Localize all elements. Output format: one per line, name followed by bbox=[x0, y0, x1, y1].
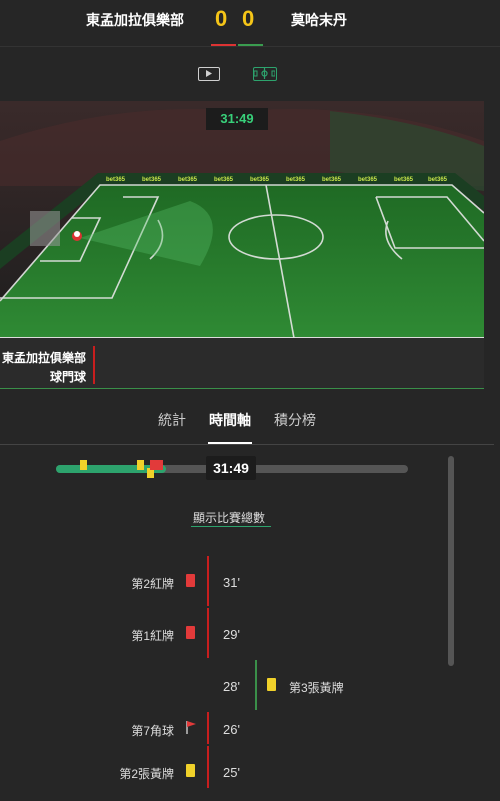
corner-flag-icon bbox=[185, 720, 197, 739]
away-score: 0 bbox=[242, 6, 255, 31]
home-event-line bbox=[207, 712, 209, 744]
svg-text:bet365: bet365 bbox=[250, 177, 270, 183]
event-minute: 29' bbox=[223, 627, 240, 642]
current-time: 31:49 bbox=[206, 456, 256, 480]
event-label: 第3張黃牌 bbox=[289, 681, 344, 695]
event-label: 第1紅牌 bbox=[131, 629, 174, 643]
home-event-line bbox=[207, 556, 209, 606]
tab-standings[interactable]: 積分榜 bbox=[274, 410, 316, 430]
home-score: 0 bbox=[215, 6, 228, 31]
timeline-yellow-card-marker[interactable] bbox=[137, 460, 144, 470]
pitch-view-icon[interactable] bbox=[253, 67, 277, 81]
tab-timeline[interactable]: 時間軸 bbox=[209, 410, 251, 430]
home-event-line bbox=[207, 746, 209, 788]
event-minute: 28' bbox=[223, 679, 240, 694]
svg-text:bet365: bet365 bbox=[178, 177, 198, 183]
pitch-clock: 31:49 bbox=[206, 108, 268, 130]
red-card-icon bbox=[186, 626, 195, 639]
event-label: 第2紅牌 bbox=[131, 577, 174, 591]
show-total-link[interactable]: 顯示比賽總數 bbox=[193, 509, 265, 526]
tab-stats[interactable]: 統計 bbox=[158, 410, 186, 430]
tab-divider bbox=[0, 444, 494, 445]
show-total-underline bbox=[191, 526, 271, 527]
scrollbar[interactable] bbox=[448, 456, 454, 666]
svg-text:bet365: bet365 bbox=[358, 177, 378, 183]
active-tab-indicator bbox=[208, 442, 252, 444]
pitch-visualization: bet365 bet365 bet365 bet365 bet365 bet365 be… bbox=[0, 101, 484, 338]
svg-text:bet365: bet365 bbox=[106, 177, 126, 183]
yellow-card-icon bbox=[186, 764, 195, 777]
away-event-line bbox=[255, 660, 257, 710]
event-team-name: 東孟加拉俱樂部 bbox=[1, 351, 86, 365]
timeline-red-card-marker[interactable] bbox=[156, 460, 163, 470]
event-minute: 25' bbox=[223, 765, 240, 780]
play-icon[interactable] bbox=[198, 67, 220, 81]
event-minute: 31' bbox=[223, 575, 240, 590]
event-label: 第2張黃牌 bbox=[119, 767, 174, 781]
timeline-yellow-card-marker[interactable] bbox=[80, 460, 87, 470]
svg-text:bet365: bet365 bbox=[214, 177, 234, 183]
svg-text:bet365: bet365 bbox=[286, 177, 306, 183]
event-label: 第7角球 bbox=[131, 724, 174, 738]
home-team-name: 東孟加拉俱樂部 bbox=[86, 12, 184, 28]
yellow-card-icon bbox=[267, 678, 276, 691]
away-team-name: 莫哈末丹 bbox=[291, 12, 347, 28]
svg-text:bet365: bet365 bbox=[428, 177, 448, 183]
home-color-bar bbox=[211, 44, 236, 46]
home-event-line bbox=[207, 608, 209, 658]
svg-text:bet365: bet365 bbox=[394, 177, 414, 183]
event-team-color bbox=[93, 346, 95, 384]
away-color-bar bbox=[238, 44, 263, 46]
event-type: 球門球 bbox=[49, 370, 86, 384]
red-card-icon bbox=[186, 574, 195, 587]
event-minute: 26' bbox=[223, 722, 240, 737]
svg-text:bet365: bet365 bbox=[142, 177, 162, 183]
svg-text:bet365: bet365 bbox=[322, 177, 342, 183]
